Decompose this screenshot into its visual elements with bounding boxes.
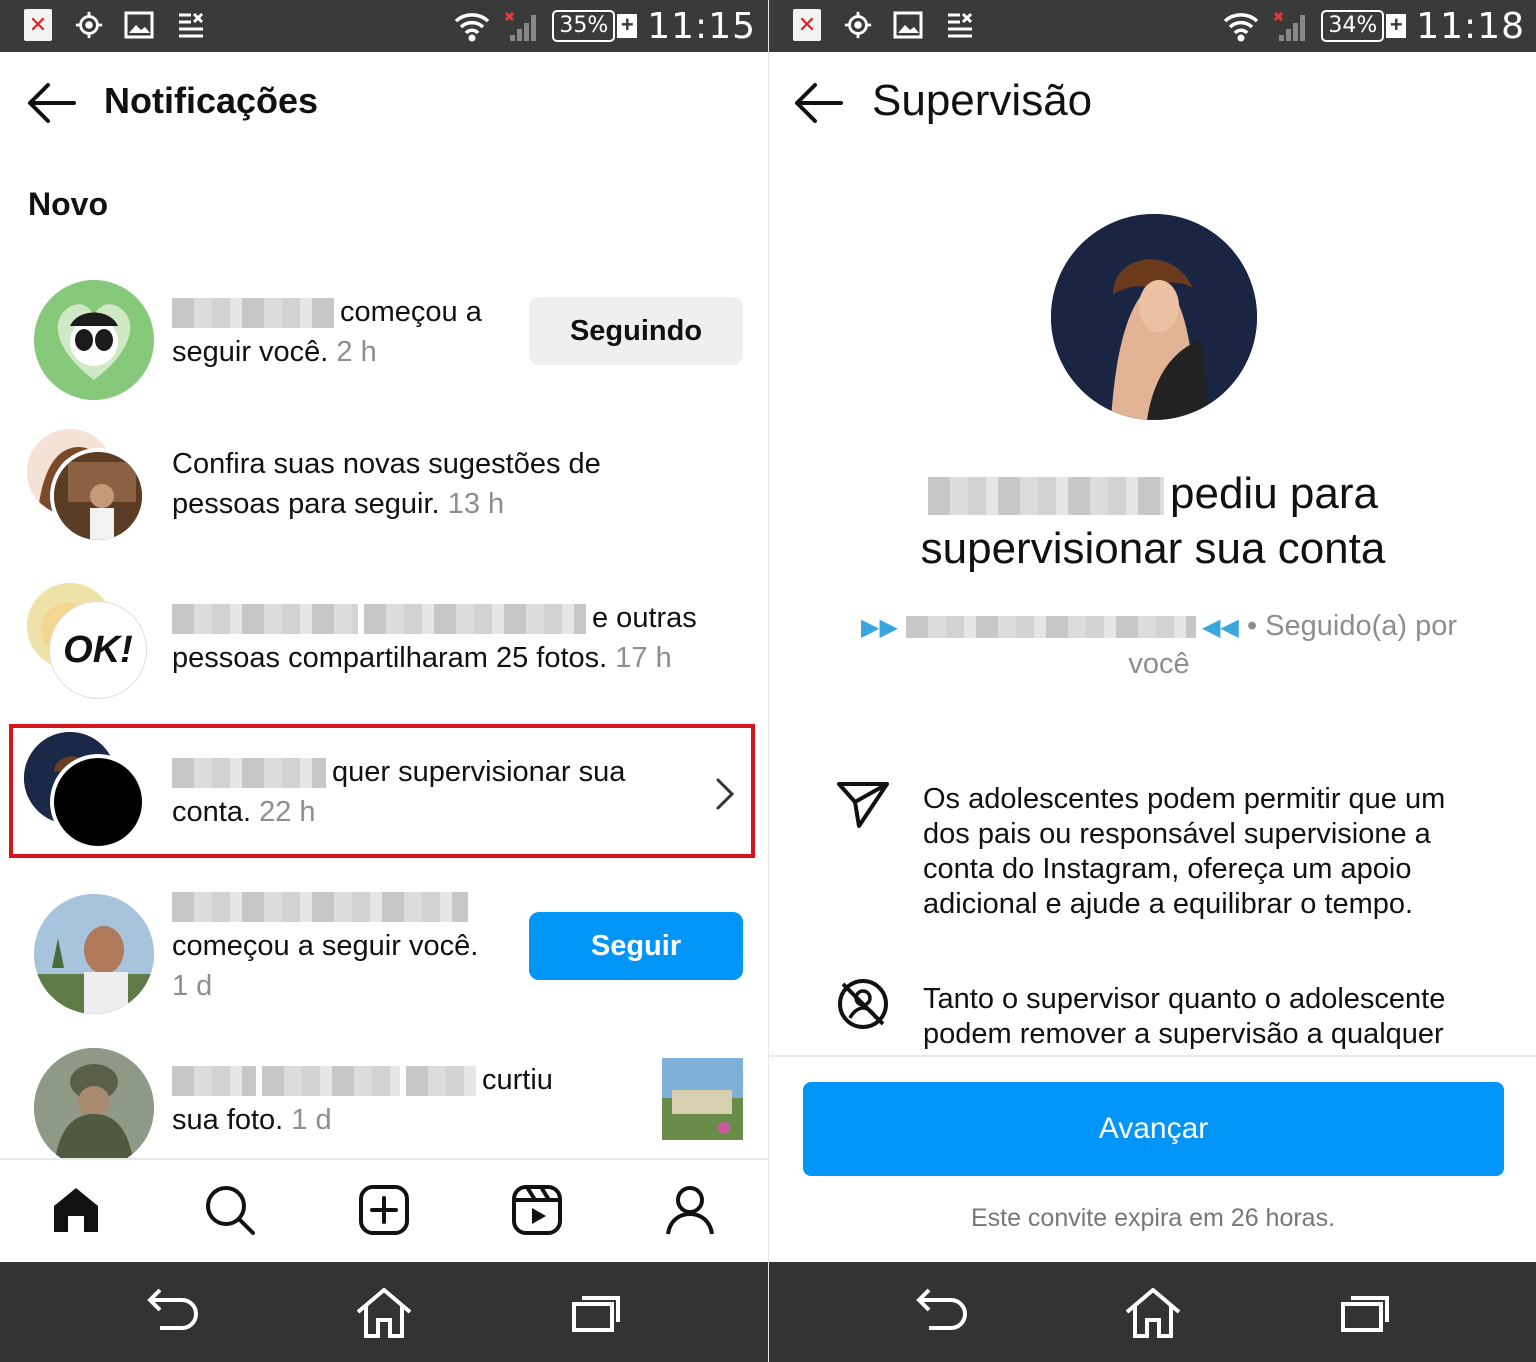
notification-item[interactable]: OK! e outras pessoas compartilharam 25 f…	[0, 578, 768, 702]
avatar[interactable]	[34, 894, 154, 1014]
system-navigation-bar	[0, 1262, 768, 1362]
recent-apps-icon[interactable]	[568, 1288, 628, 1338]
status-bar: ✕ 34% + 11:18	[769, 0, 1536, 52]
section-title-new: Novo	[28, 186, 108, 222]
requester-meta: ▶▶ ◀◀ • Seguido(a) por você	[860, 610, 1458, 680]
wifi-icon	[455, 13, 490, 42]
avatar: OK!	[50, 602, 146, 698]
following-button[interactable]: Seguindo	[529, 297, 743, 365]
redacted-username	[364, 604, 586, 635]
close-notification-icon: ✕	[24, 9, 52, 41]
post-thumbnail[interactable]	[662, 1058, 743, 1140]
arrow-left-icon	[28, 83, 76, 123]
redacted-username	[172, 1066, 256, 1097]
highlight-box	[9, 724, 755, 858]
close-notification-icon: ✕	[793, 9, 821, 41]
brand-logo: OK!	[63, 628, 133, 671]
supervision-screen: ✕ 34% + 11:18 Supervisão pediu para supe…	[768, 0, 1536, 1362]
redacted-username	[172, 298, 334, 329]
back-nav-icon[interactable]	[142, 1288, 202, 1338]
notification-item[interactable]: começou a seguir você. 1 d Seguir	[0, 886, 768, 1026]
follow-button[interactable]: Seguir	[529, 912, 743, 980]
reels-icon[interactable]	[509, 1182, 565, 1238]
notification-item[interactable]: curtiu sua foto. 1 d	[0, 1046, 768, 1168]
avatar[interactable]	[34, 280, 154, 400]
home-nav-icon[interactable]	[1123, 1287, 1183, 1338]
notification-text: Confira suas novas sugestões de pessoas …	[172, 448, 601, 520]
arrow-left-icon	[795, 83, 843, 123]
info-text: Tanto o supervisor quanto o adolescente …	[923, 983, 1446, 1050]
notification-text: começou a seguir você. 1 d	[172, 886, 512, 1006]
redacted-username	[172, 604, 358, 635]
avatar[interactable]	[34, 1048, 154, 1168]
next-button[interactable]: Avançar	[803, 1082, 1504, 1176]
notification-item[interactable]: Confira suas novas sugestões de pessoas …	[0, 424, 768, 548]
location-icon	[843, 8, 873, 42]
redacted-username	[928, 477, 1165, 516]
status-bar: ✕ 35% + 11:15	[0, 0, 768, 52]
download-list-icon	[945, 8, 975, 42]
app-header: Notificações	[0, 52, 768, 152]
notification-text: curtiu sua foto. 1 d	[172, 1064, 553, 1136]
back-nav-icon[interactable]	[911, 1288, 971, 1338]
redacted-username	[905, 616, 1196, 639]
image-icon	[124, 8, 154, 42]
timestamp: 1 d	[291, 1104, 332, 1136]
redacted-username	[262, 1066, 400, 1097]
back-button[interactable]	[26, 82, 76, 124]
remove-supervision-icon	[835, 976, 891, 1032]
notification-text: começou a seguir você. 2 h	[172, 296, 482, 368]
clock: 11:18	[1416, 5, 1525, 47]
notifications-screen: ✕ 35% + 11:15 Notificações Novo começou …	[0, 0, 768, 1362]
timestamp: 1 d	[172, 970, 213, 1002]
home-nav-icon[interactable]	[354, 1287, 414, 1338]
charging-icon: +	[1386, 14, 1407, 38]
battery-level: 34%	[1321, 10, 1385, 42]
home-icon[interactable]	[48, 1182, 104, 1238]
app-header: Supervisão	[769, 52, 1536, 152]
requester-profile-picture	[1051, 214, 1257, 420]
notification-text: e outras pessoas compartilharam 25 fotos…	[172, 602, 697, 674]
expiry-note: Este convite expira em 26 horas.	[970, 1204, 1336, 1232]
recent-apps-icon[interactable]	[1337, 1288, 1397, 1338]
redacted-username	[406, 1066, 476, 1097]
timestamp: 17 h	[615, 642, 672, 674]
request-title: pediu para supervisionar sua conta	[920, 469, 1386, 573]
battery-level: 35%	[552, 10, 616, 42]
info-text: Os adolescentes podem permitir que um do…	[923, 783, 1446, 920]
back-button[interactable]	[793, 82, 843, 124]
timestamp: 2 h	[336, 336, 377, 368]
page-title: Supervisão	[872, 76, 1093, 125]
clock: 11:15	[647, 5, 756, 47]
avatar	[50, 448, 146, 544]
signal-icon	[505, 11, 537, 41]
fast-forward-icon: ▶▶	[860, 614, 898, 641]
page-title: Notificações	[104, 80, 319, 121]
system-navigation-bar	[769, 1262, 1536, 1362]
timestamp: 13 h	[447, 488, 505, 520]
create-icon[interactable]	[356, 1182, 412, 1238]
charging-icon: +	[617, 14, 638, 38]
send-icon	[835, 776, 891, 832]
image-icon	[893, 8, 923, 42]
bottom-navigation	[0, 1158, 768, 1262]
download-list-icon	[176, 8, 206, 42]
wifi-icon	[1224, 13, 1259, 42]
profile-icon[interactable]	[662, 1182, 718, 1238]
search-icon[interactable]	[202, 1182, 258, 1238]
location-icon	[74, 8, 104, 42]
notification-item[interactable]: começou a seguir você. 2 h Seguindo	[0, 278, 768, 402]
signal-icon	[1274, 11, 1306, 41]
rewind-icon: ◀◀	[1201, 614, 1239, 641]
redacted-username	[172, 892, 468, 923]
